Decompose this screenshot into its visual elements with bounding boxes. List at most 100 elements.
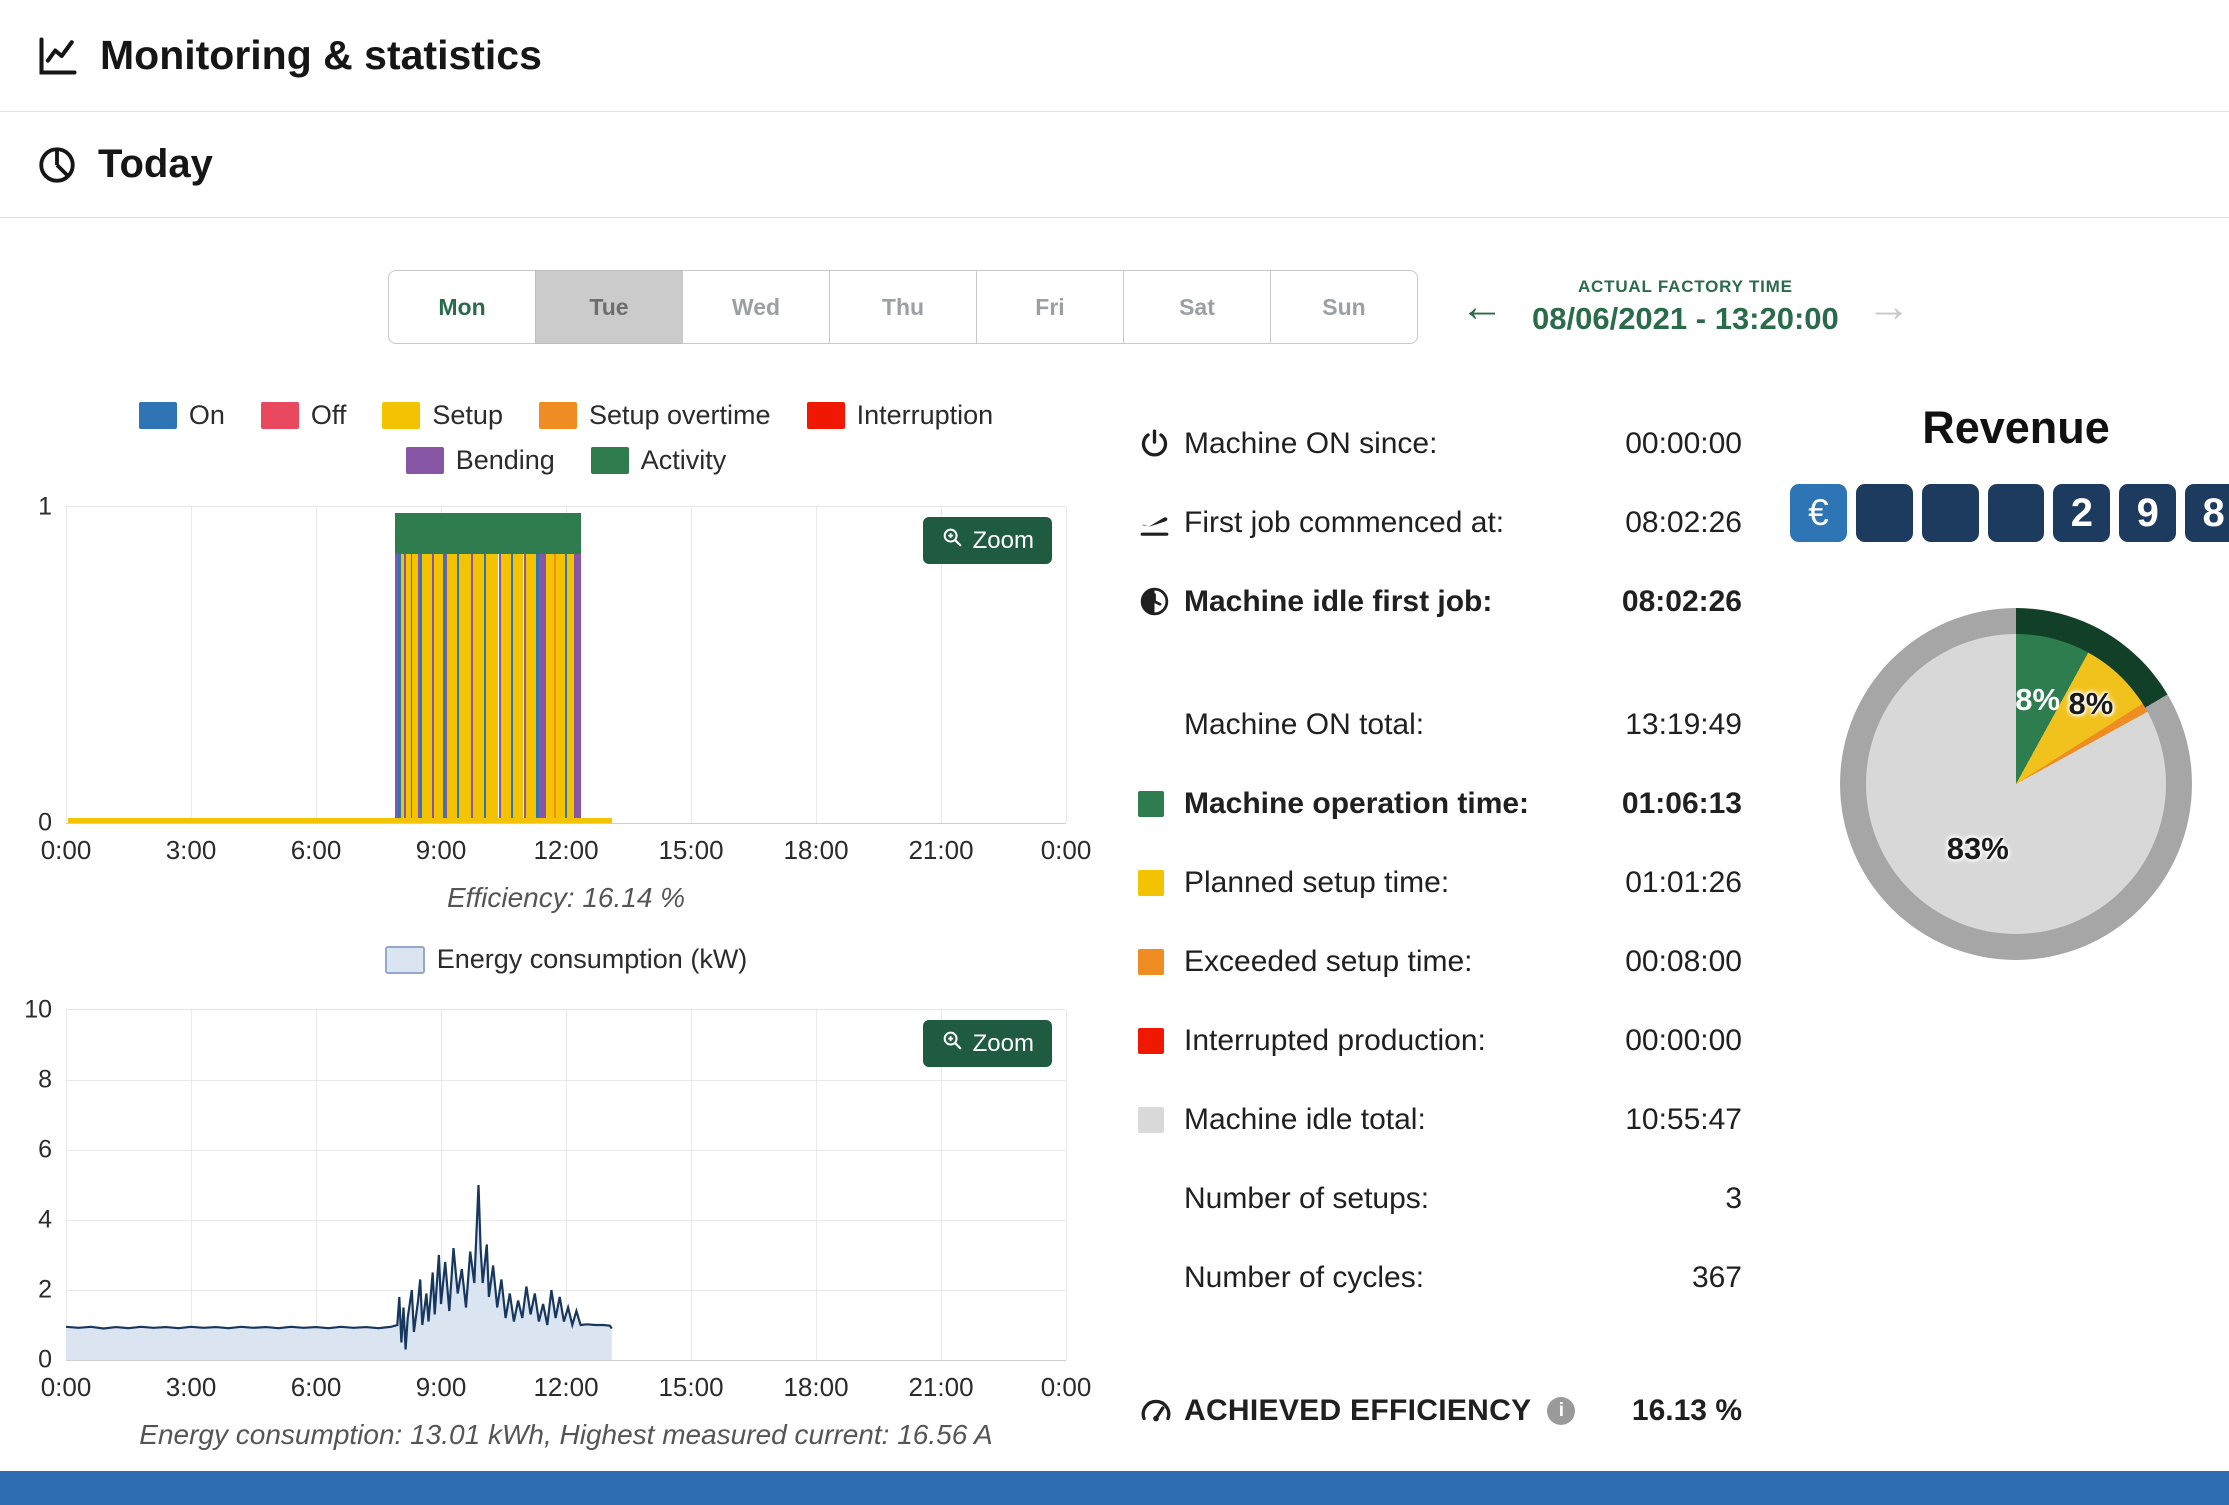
energy-chart-zoom-button[interactable]: Zoom	[922, 1020, 1052, 1067]
gauge-icon	[1138, 1393, 1184, 1429]
legend-swatch	[590, 447, 629, 474]
next-day-arrow[interactable]: →	[1867, 285, 1911, 329]
stat-value: 08:02:26	[1621, 584, 1742, 618]
legend-swatch	[538, 402, 577, 429]
y-tick-label: 6	[38, 1135, 52, 1164]
legend-label: Bending	[455, 445, 555, 475]
footer-bar	[0, 1471, 2229, 1505]
state-segment	[473, 513, 485, 823]
revenue-counter: €2 9 8	[1790, 484, 2229, 542]
section-header: Today	[0, 112, 2229, 218]
currency-tile: €	[1790, 484, 1847, 542]
day-tab-mon[interactable]: Mon	[388, 270, 536, 344]
state-segment	[525, 513, 536, 823]
zoom-button-label: Zoom	[972, 526, 1034, 554]
stat-row: Machine idle total: 10:55:47	[1138, 1080, 1742, 1159]
legend-item: Interruption	[806, 400, 993, 431]
x-tick-label: 9:00	[415, 835, 467, 865]
x-tick-label: 0:00	[40, 1372, 92, 1402]
stat-value: 01:01:26	[1625, 865, 1742, 899]
revenue-title: Revenue	[1922, 402, 2110, 453]
gridline-v	[691, 507, 692, 823]
utilization-pie-chart: 8% 8% 83%	[1840, 608, 2192, 960]
energy-legend-label: Energy consumption (kW)	[436, 944, 748, 974]
stat-row: Exceeded setup time: 00:08:00	[1138, 922, 1742, 1001]
y-tick-label: 2	[38, 1275, 52, 1304]
x-tick-label: 3:00	[165, 1372, 217, 1402]
x-tick-label: 12:00	[533, 1372, 599, 1402]
x-tick-label: 21:00	[908, 1372, 974, 1402]
energy-legend: Energy consumption (kW)	[66, 944, 1066, 975]
stat-row: Machine idle first job: 08:02:26	[1138, 562, 1742, 641]
legend-item: Setup	[382, 400, 503, 431]
state-chart-zoom-button[interactable]: Zoom	[922, 517, 1052, 564]
stat-value: 01:06:13	[1621, 786, 1742, 820]
stats-group-gap	[1138, 641, 1742, 685]
state-segment	[546, 513, 555, 823]
state-segment	[539, 513, 546, 823]
stat-row: Machine operation time: 01:06:13	[1138, 764, 1742, 843]
x-tick-label: 18:00	[783, 1372, 849, 1402]
x-tick-label: 18:00	[783, 835, 849, 865]
state-swatch	[1138, 1027, 1164, 1054]
state-segment	[446, 513, 457, 823]
legend-label: On	[188, 400, 225, 430]
first-job-icon	[1138, 506, 1184, 539]
stat-label: Machine ON total:	[1184, 707, 1425, 741]
idle-clock-icon	[1138, 585, 1184, 618]
revenue-digit-tile: 8	[2185, 484, 2229, 542]
gridline-v	[816, 507, 817, 823]
pie-chart	[1866, 634, 2166, 934]
state-swatch	[1138, 948, 1164, 975]
factory-time: ← ACTUAL FACTORY TIME 08/06/2021 - 13:20…	[1460, 277, 1911, 337]
state-chart-plot[interactable]: 0:00 3:00 6:00 9:00 12:00 15:00 18:00 21:00 0:00…	[38, 493, 1091, 866]
revenue-digit-tile: 2	[2053, 484, 2111, 542]
baseline-segment	[68, 818, 612, 823]
stat-value: 3	[1725, 1181, 1742, 1215]
achieved-efficiency-row: ACHIEVED EFFICIENCY i 16.13 %	[1138, 1371, 1742, 1450]
y-tick-label: 10	[24, 995, 52, 1024]
page-header: Monitoring & statistics	[0, 0, 2229, 112]
energy-series	[66, 1184, 613, 1360]
stat-row: Machine ON total: 13:19:49	[1138, 685, 1742, 764]
x-tick-label: 12:00	[533, 835, 599, 865]
stat-value: 13:19:49	[1625, 707, 1742, 741]
stat-label: Number of setups:	[1184, 1181, 1430, 1215]
stats-column: Machine ON since: 00:00:00 First job comme…	[1138, 400, 1742, 1451]
legend-item: Activity	[590, 445, 726, 476]
state-segment	[458, 513, 471, 823]
info-icon[interactable]: i	[1547, 1396, 1576, 1425]
y-tick-label: 1	[38, 492, 52, 521]
legend-item: Off	[260, 400, 346, 431]
legend-item: Setup overtime	[538, 400, 771, 431]
state-segment	[513, 513, 524, 823]
x-tick-label: 6:00	[290, 1372, 342, 1402]
charts-column: On Off Setup Setup overtime Interruption Bend…	[24, 400, 1091, 1451]
controls-row: Mon Tue Wed Thu Fri Sat Sun ← ACTUAL FACTORY T…	[388, 270, 2229, 344]
stat-label: Machine idle first job:	[1184, 584, 1493, 618]
power-icon	[1138, 427, 1184, 460]
stat-row: Number of setups: 3	[1138, 1159, 1742, 1238]
stat-label: Machine operation time:	[1184, 786, 1530, 820]
day-tab-fri[interactable]: Fri	[976, 270, 1124, 344]
revenue-digit-tile: 9	[2119, 484, 2177, 542]
y-tick-label: 4	[38, 1205, 52, 1234]
zoom-magnifier-icon	[941, 526, 963, 555]
day-tab-thu[interactable]: Thu	[829, 270, 977, 344]
x-tick-label: 15:00	[658, 835, 724, 865]
day-tab-tue[interactable]: Tue	[535, 270, 683, 344]
state-chart: 0:00 3:00 6:00 9:00 12:00 15:00 18:00 21:00 0:00…	[38, 493, 1091, 866]
day-tab-wed[interactable]: Wed	[682, 270, 830, 344]
stat-value: 08:02:26	[1625, 505, 1742, 539]
x-tick-label: 6:00	[290, 835, 342, 865]
gridline-v	[66, 507, 67, 823]
day-tab-sat[interactable]: Sat	[1123, 270, 1271, 344]
legend-label: Setup overtime	[588, 400, 771, 430]
energy-chart-plot[interactable]: 0:00 3:00 6:00 9:00 12:00 15:00 18:00 21:00 0:00…	[24, 996, 1091, 1403]
legend-swatch	[138, 402, 177, 429]
prev-day-arrow[interactable]: ←	[1460, 285, 1504, 329]
stat-value: 10:55:47	[1625, 1102, 1742, 1136]
stat-label: Exceeded setup time:	[1184, 944, 1473, 978]
day-tab-sun[interactable]: Sun	[1270, 270, 1418, 344]
energy-legend-item: Energy consumption (kW)	[384, 944, 748, 975]
